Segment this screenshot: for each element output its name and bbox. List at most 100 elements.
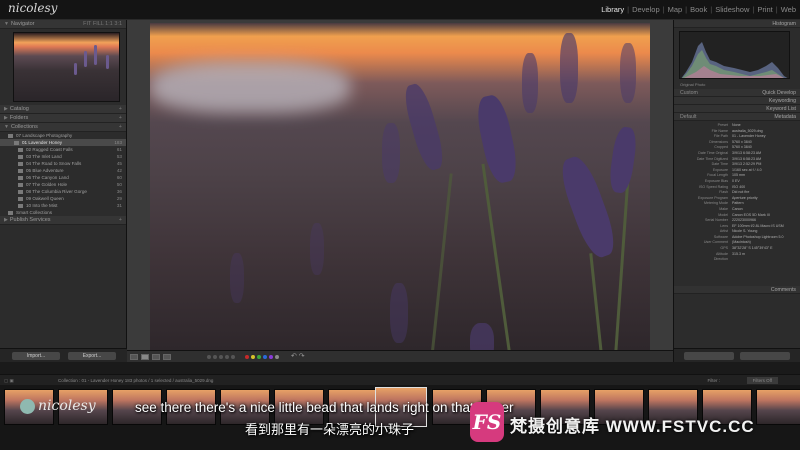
collection-item[interactable]: 08 The Columbia River Gorge 36 (0, 188, 126, 195)
sync-metadata-button[interactable] (684, 352, 734, 360)
folders-label: Folders (9, 115, 29, 121)
collection-icon (18, 168, 23, 173)
star-icon[interactable] (219, 355, 223, 359)
import-button[interactable]: Import... (12, 352, 60, 360)
color-label-green[interactable] (257, 355, 261, 359)
left-panel: ▼ Navigator FIT FILL 1:1 3:1 ▶ Catalog + ▶ F… (0, 20, 127, 362)
metadata-key: Direction (713, 257, 728, 262)
metadata-row[interactable]: Direction (674, 257, 800, 263)
metadata-header[interactable]: Default Metadata (674, 113, 800, 121)
module-library[interactable]: Library (601, 5, 624, 14)
collection-icon (18, 161, 23, 166)
module-book[interactable]: Book (690, 5, 707, 14)
original-photo-label: Original Photo (680, 82, 706, 87)
collection-icon (14, 140, 19, 145)
filter-dropdown[interactable]: Filters Off (746, 377, 778, 384)
identity-plate-logo: nicolesy (8, 1, 58, 15)
module-develop[interactable]: Develop (632, 5, 660, 14)
plus-icon[interactable]: + (119, 106, 122, 112)
color-label-red[interactable] (245, 355, 249, 359)
catalog-label: Catalog (9, 106, 29, 112)
keyword-list-header[interactable]: Keyword List (674, 105, 800, 113)
star-icon[interactable] (231, 355, 235, 359)
video-watermark: nicolesy (20, 398, 96, 414)
subtitle-chinese: 看到那里有一朵漂亮的小珠子 (245, 422, 415, 437)
publish-services-label: Publish Services (9, 217, 51, 223)
collection-icon (18, 154, 23, 159)
collection-item[interactable]: 04 The Road to Snow Falls 45 (0, 160, 126, 167)
module-map[interactable]: Map (668, 5, 683, 14)
triangle-right-icon: ▶ (4, 115, 8, 121)
color-label-blue[interactable] (263, 355, 267, 359)
metadata-set[interactable]: Default (680, 114, 696, 120)
smart-collection-icon (8, 210, 13, 215)
collections-list: 07 Landscape Photography 01 Lavender Hon… (0, 132, 126, 216)
histogram[interactable] (679, 31, 790, 79)
left-panel-footer: Import... Export... (0, 348, 127, 362)
sync-settings-button[interactable] (740, 352, 790, 360)
navigator-header[interactable]: ▼ Navigator FIT FILL 1:1 3:1 (0, 20, 126, 29)
plus-icon[interactable]: + (119, 124, 122, 130)
color-label-yellow[interactable] (251, 355, 255, 359)
flag-icon[interactable] (207, 355, 211, 359)
folders-header[interactable]: ▶ Folders + (0, 114, 126, 123)
library-toolbar: ↶ ↷ (127, 350, 673, 362)
color-label-none[interactable] (275, 355, 279, 359)
collection-item-selected[interactable]: 01 Lavender Honey 183 (0, 139, 126, 146)
collections-label: Collections (10, 124, 38, 130)
quick-develop-header[interactable]: Custom Quick Develop (674, 89, 800, 97)
collection-icon (18, 196, 23, 201)
flag-icon[interactable] (213, 355, 217, 359)
rotate-icon[interactable]: ↶ ↷ (291, 352, 305, 360)
collection-set-icon (8, 133, 13, 138)
keywording-header[interactable]: Keywording (674, 97, 800, 105)
loupe-photo[interactable] (150, 23, 650, 356)
smart-collections[interactable]: Smart Collections (0, 209, 126, 216)
module-web[interactable]: Web (781, 5, 796, 14)
histogram-header[interactable]: Histogram (674, 20, 800, 28)
collection-item[interactable]: 10 Into the Mist 31 (0, 202, 126, 209)
subtitle-english: see there there's a nice little bead tha… (135, 400, 514, 415)
navigator-zoom-options[interactable]: FIT FILL 1:1 3:1 (83, 21, 122, 27)
catalog-header[interactable]: ▶ Catalog + (0, 105, 126, 114)
collection-item[interactable]: 09 Oakwell Queen 29 (0, 195, 126, 202)
module-picker: Library | Develop | Map | Book | Slideshow | … (601, 5, 796, 14)
grid-view-icon[interactable] (130, 354, 138, 360)
loupe-view-icon[interactable] (141, 354, 149, 360)
survey-view-icon[interactable] (163, 354, 171, 360)
triangle-down-icon: ▼ (4, 21, 9, 27)
navigator-preview[interactable] (13, 32, 120, 102)
histogram-graph (681, 42, 788, 78)
module-slideshow[interactable]: Slideshow (715, 5, 749, 14)
collections-header[interactable]: ▼ Collections + (0, 123, 126, 132)
collection-item[interactable]: 03 The Inlet Land 53 (0, 153, 126, 160)
plus-icon[interactable]: + (119, 217, 122, 223)
right-panel-footer (674, 348, 800, 362)
collection-icon (18, 189, 23, 194)
collection-item[interactable]: 06 The Canyon Land 60 (0, 174, 126, 181)
collection-item[interactable]: 02 Rugged Coast Falls 61 (0, 146, 126, 153)
star-icon[interactable] (225, 355, 229, 359)
collection-icon (18, 175, 23, 180)
top-bar: nicolesy Library | Develop | Map | Book | Sl… (0, 0, 800, 20)
site-watermark: FS 梵摄创意库 WWW.FSTVC.CC (470, 402, 800, 442)
publish-services-header[interactable]: ▶ Publish Services + (0, 216, 126, 225)
triangle-right-icon: ▶ (4, 217, 8, 223)
collection-icon (18, 147, 23, 152)
color-label-purple[interactable] (269, 355, 273, 359)
export-button[interactable]: Export... (68, 352, 116, 360)
quick-develop-preset[interactable]: Custom (680, 90, 698, 96)
collection-item[interactable]: 05 Blue Adventure 42 (0, 167, 126, 174)
collection-icon (18, 203, 23, 208)
triangle-right-icon: ▶ (4, 106, 8, 112)
plus-icon[interactable]: + (119, 115, 122, 121)
watermark-logo-icon (20, 398, 35, 414)
brand-name: 梵摄创意库 WWW.FSTVC.CC (510, 417, 755, 436)
triangle-down-icon: ▼ (4, 124, 9, 130)
module-print[interactable]: Print (757, 5, 772, 14)
comments-header[interactable]: Comments (674, 286, 800, 294)
collection-item[interactable]: 07 The Golden Hole 50 (0, 181, 126, 188)
compare-view-icon[interactable] (152, 354, 160, 360)
right-panel: Histogram Original Photo Custom Quick De… (673, 20, 800, 362)
collection-set[interactable]: 07 Landscape Photography (0, 132, 126, 139)
